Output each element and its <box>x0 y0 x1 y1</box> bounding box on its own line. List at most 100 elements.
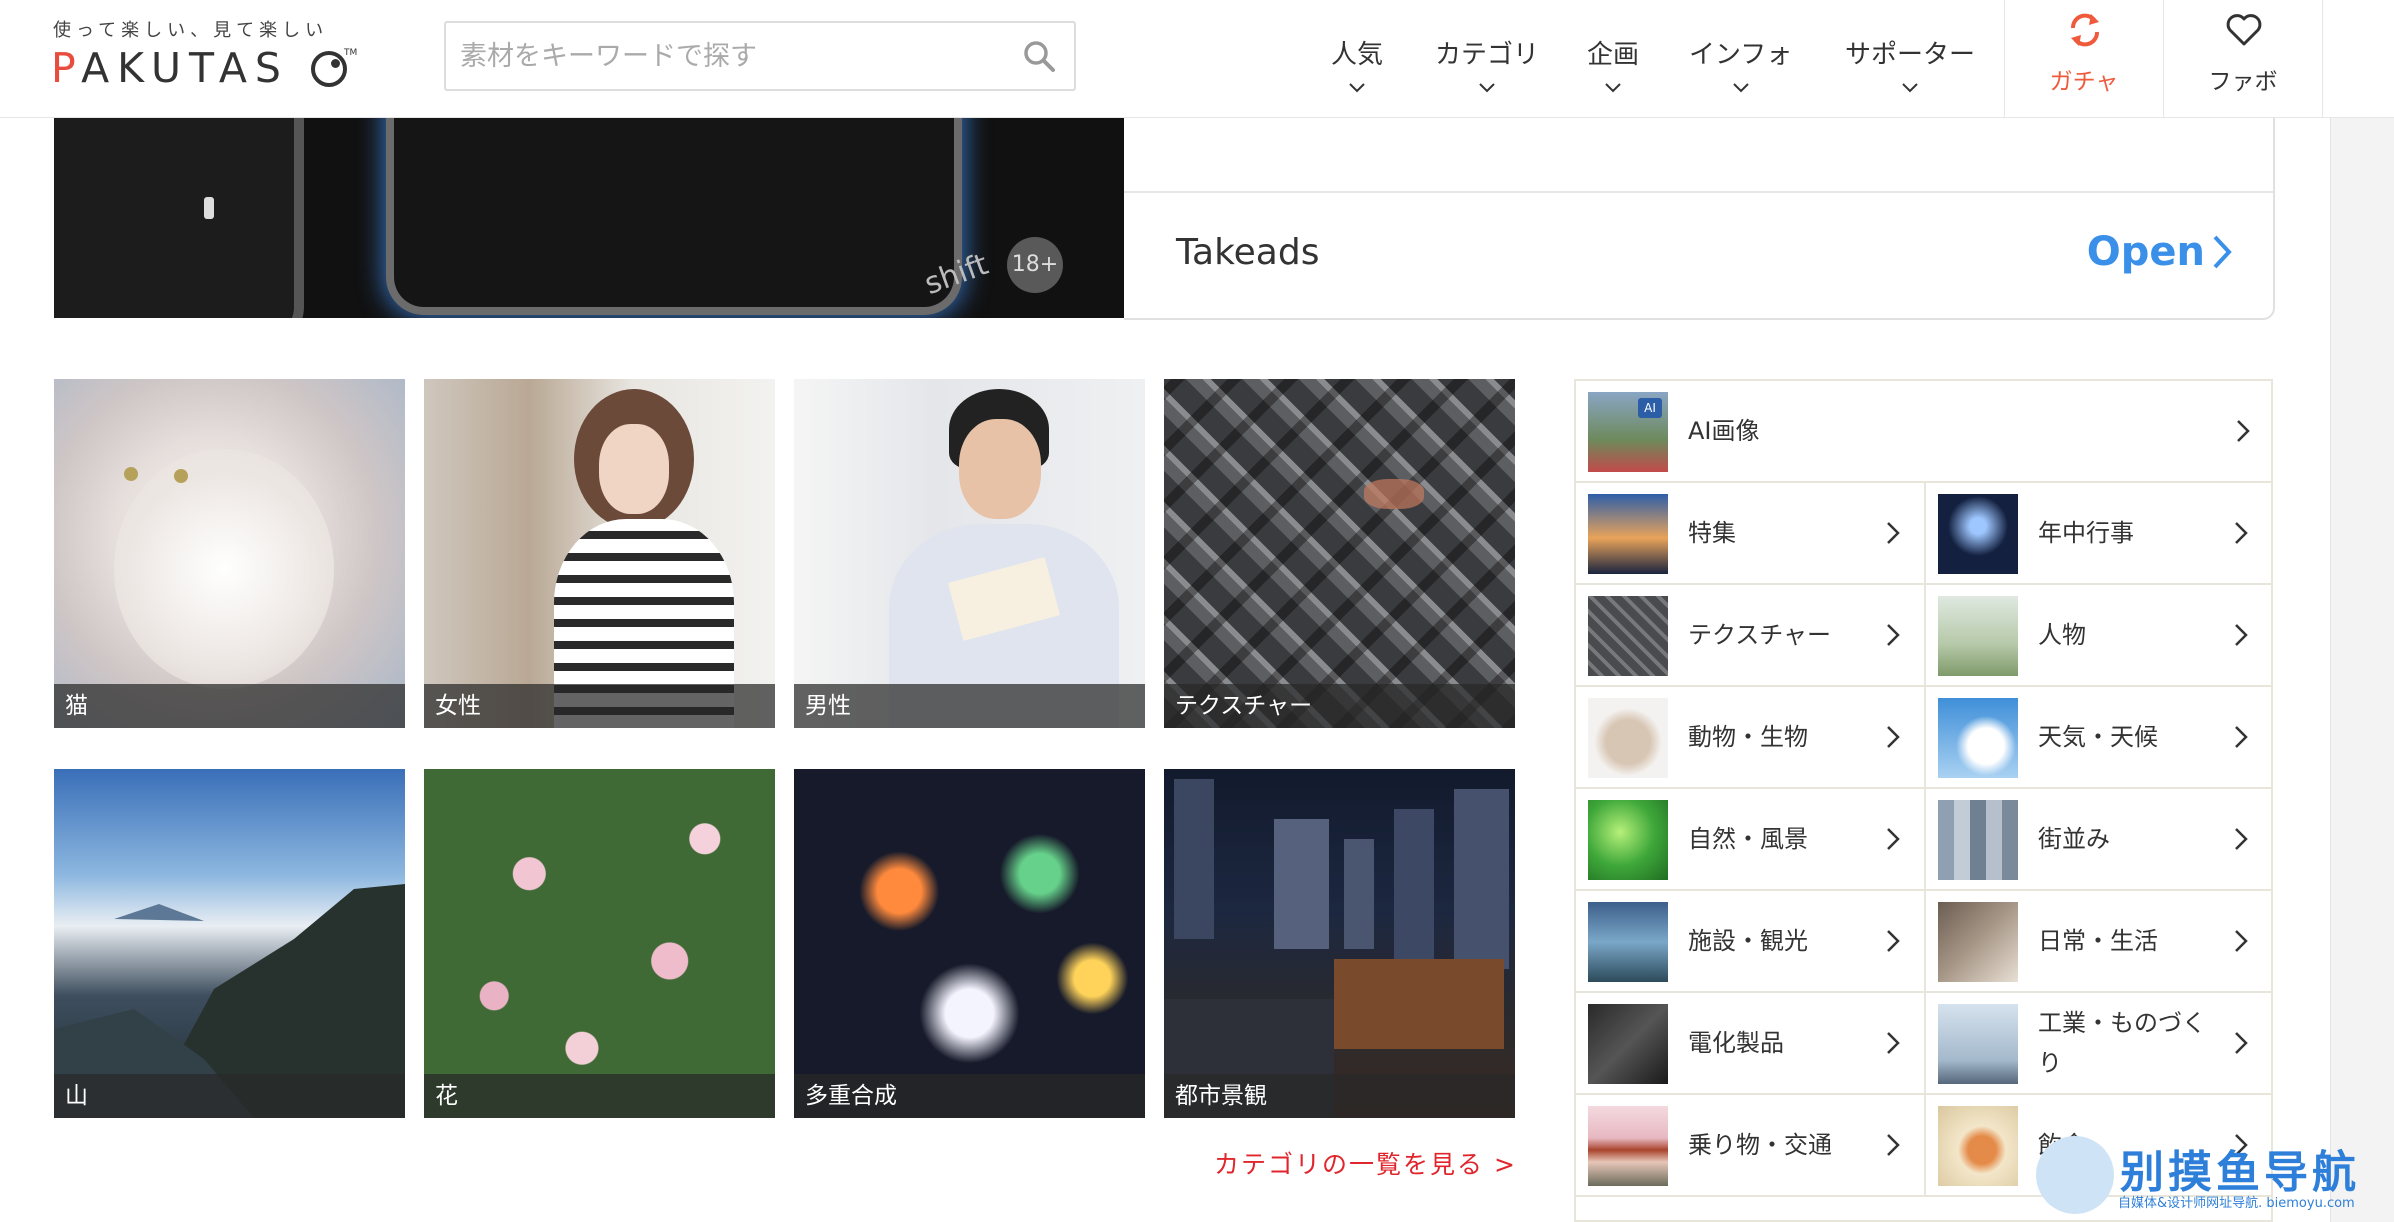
age-badge: 18+ <box>1007 237 1063 293</box>
category-townscape[interactable]: 街並み <box>1926 789 2273 889</box>
category-feature[interactable]: 特集 <box>1576 483 1924 583</box>
category-daily-life[interactable]: 日常・生活 <box>1926 891 2273 991</box>
cat-photo <box>114 449 334 689</box>
category-list-link[interactable]: カテゴリの一覧を見る > <box>1214 1145 1517 1181</box>
category-label: 電化製品 <box>1688 1029 1784 1057</box>
refresh-icon <box>2070 13 2100 47</box>
ad-open-link[interactable]: Open <box>2087 229 2205 275</box>
category-electronics[interactable]: 電化製品 <box>1576 993 1924 1093</box>
chevron-right-icon <box>2235 522 2248 544</box>
category-row: 自然・風景 街並み <box>1576 789 2273 891</box>
category-vehicles[interactable]: 乗り物・交通 <box>1576 1095 1924 1195</box>
rust-spot <box>1364 479 1424 509</box>
fish-mascot-icon <box>2036 1136 2114 1214</box>
tile-texture[interactable]: テクスチャー <box>1164 379 1515 728</box>
chevron-right-icon <box>2235 930 2248 952</box>
nav-label: カテゴリ <box>1435 40 1540 70</box>
search-icon[interactable] <box>1022 39 1056 73</box>
tile-mountain[interactable]: 山 <box>54 769 405 1118</box>
nav-category[interactable]: カテゴリ <box>1435 34 1539 95</box>
chevron-down-icon <box>1732 83 1749 93</box>
chevron-right-icon <box>1887 522 1900 544</box>
category-label: 自然・風景 <box>1688 825 1808 853</box>
nav-project[interactable]: 企画 <box>1587 34 1639 95</box>
nav-popular[interactable]: 人気 <box>1331 34 1383 95</box>
favo-button[interactable]: ファボ <box>2163 0 2323 117</box>
cat-eye <box>174 469 188 483</box>
category-row: AI AI画像 <box>1576 381 2273 483</box>
chevron-right-icon <box>1887 1134 1900 1156</box>
chevron-right-icon <box>1887 624 1900 646</box>
category-weather[interactable]: 天気・天候 <box>1926 687 2273 787</box>
nav-supporter[interactable]: サポーター <box>1845 34 1975 95</box>
gacha-button[interactable]: ガチャ <box>2004 0 2163 117</box>
tile-caption: 多重合成 <box>794 1074 1145 1118</box>
chevron-right-icon <box>1887 726 1900 748</box>
tile-multiple-exposure[interactable]: 多重合成 <box>794 769 1145 1118</box>
category-label: 街並み <box>2038 825 2110 853</box>
category-thumb <box>1588 698 1668 778</box>
chevron-right-icon <box>2235 1032 2248 1054</box>
search-input[interactable] <box>458 35 1002 77</box>
ad-banner-image[interactable]: shift <box>54 117 1124 318</box>
tile-cityscape[interactable]: 都市景観 <box>1164 769 1515 1118</box>
tile-cat[interactable]: 猫 <box>54 379 405 728</box>
category-thumb <box>1588 800 1668 880</box>
nav-label: サポーター <box>1845 40 1976 70</box>
category-row: 電化製品 工業・ものづくり <box>1576 993 2273 1095</box>
category-annual-events[interactable]: 年中行事 <box>1926 483 2273 583</box>
tile-man[interactable]: 男性 <box>794 379 1145 728</box>
category-thumb <box>1938 1106 2018 1186</box>
chevron-right-icon <box>2237 420 2250 442</box>
nav-info[interactable]: インフォ <box>1689 34 1792 95</box>
category-thumb <box>1588 902 1668 982</box>
watermark-subtitle: 自媒体&设计师网址导航. biemoyu.com <box>2118 1196 2355 1211</box>
category-thumb <box>1938 494 2018 574</box>
city-graphic <box>1164 779 1509 1118</box>
search-box <box>444 21 1076 91</box>
chevron-right-icon <box>2235 624 2248 646</box>
category-thumb <box>1588 494 1668 574</box>
watermark-title: 别摸鱼导航 <box>2120 1147 2360 1198</box>
category-label: 工業・ものづくり <box>2038 1009 2206 1077</box>
tile-caption: 猫 <box>54 684 405 728</box>
nav-label: インフォ <box>1689 40 1793 70</box>
category-texture[interactable]: テクスチャー <box>1576 585 1924 685</box>
category-label: 動物・生物 <box>1688 723 1808 751</box>
category-thumb <box>1938 800 2018 880</box>
chevron-right-icon <box>2235 828 2248 850</box>
logo-o-icon <box>311 51 347 87</box>
page-scroll-gutter[interactable] <box>2330 117 2394 1222</box>
chevron-down-icon <box>1479 83 1495 93</box>
category-label: 特集 <box>1688 519 1736 547</box>
category-row: 動物・生物 天気・天候 <box>1576 687 2273 789</box>
tile-caption: 都市景観 <box>1164 1074 1515 1118</box>
category-ai[interactable]: AI AI画像 <box>1576 381 2273 481</box>
favo-label: ファボ <box>2208 69 2278 95</box>
category-industry[interactable]: 工業・ものづくり <box>1926 993 2273 1093</box>
category-label: テクスチャー <box>1688 621 1832 649</box>
category-nature[interactable]: 自然・風景 <box>1576 789 1924 889</box>
man-face <box>959 419 1041 519</box>
category-thumb <box>1938 1004 2018 1084</box>
category-thumb <box>1938 596 2018 676</box>
category-row: 施設・観光 日常・生活 <box>1576 891 2273 993</box>
watermark: 别摸鱼导航 自媒体&设计师网址导航. biemoyu.com <box>2030 1130 2394 1222</box>
chevron-right-icon <box>1887 1032 1900 1054</box>
keyboard-key <box>54 117 294 318</box>
tile-woman[interactable]: 女性 <box>424 379 775 728</box>
chevron-down-icon <box>1349 83 1365 93</box>
texture-overlay <box>1164 379 1515 728</box>
category-people[interactable]: 人物 <box>1926 585 2273 685</box>
category-animals[interactable]: 動物・生物 <box>1576 687 1924 787</box>
tile-caption: 女性 <box>424 684 775 728</box>
keyboard-key <box>394 117 954 307</box>
site-header: 使って楽しい、見て楽しい PAKUTAS TM 人気 カテゴリ 企画 インフォ … <box>0 0 2394 118</box>
site-logo[interactable]: PAKUTAS <box>51 44 289 92</box>
chevron-down-icon <box>1605 83 1621 93</box>
category-thumb <box>1938 902 2018 982</box>
tile-caption: テクスチャー <box>1164 684 1515 728</box>
category-facilities[interactable]: 施設・観光 <box>1576 891 1924 991</box>
tile-flower[interactable]: 花 <box>424 769 775 1118</box>
chevron-right-icon[interactable] <box>2211 233 2233 271</box>
